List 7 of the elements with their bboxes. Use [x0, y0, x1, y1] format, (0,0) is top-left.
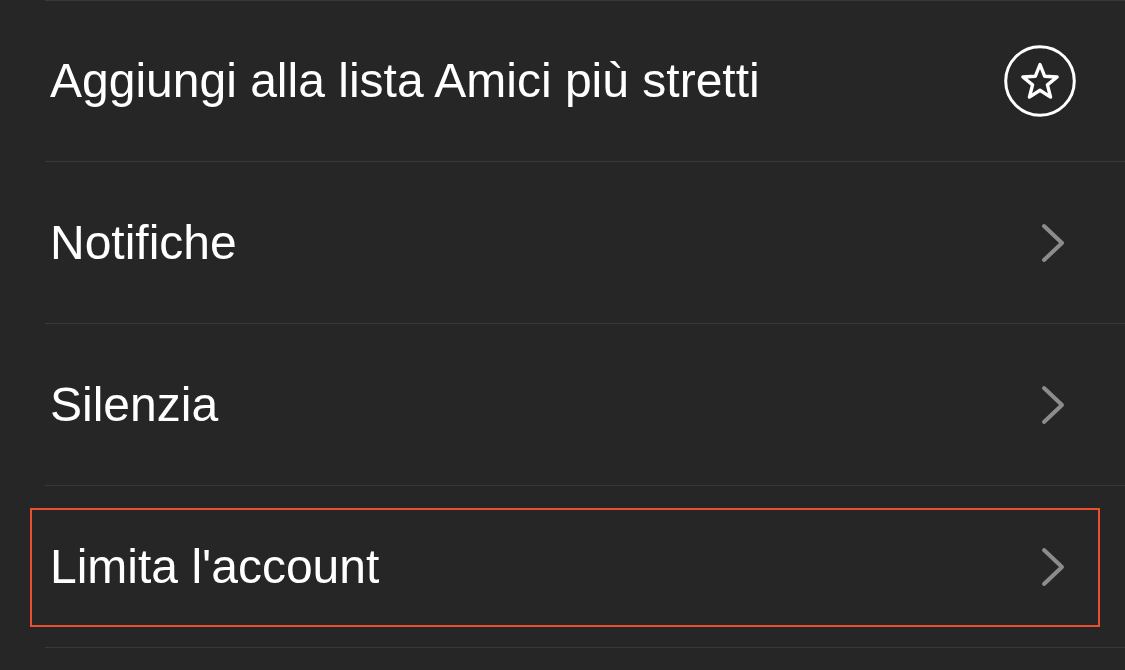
chevron-right-icon — [1041, 222, 1065, 263]
menu-item[interactable]: Silenzia — [0, 324, 1125, 486]
chevron-right-icon — [1041, 384, 1065, 425]
menu-item[interactable]: Notifiche — [0, 162, 1125, 324]
chevron-right-icon — [1041, 546, 1065, 587]
menu-item[interactable]: Limita l'account — [0, 486, 1125, 648]
menu-item[interactable]: Aggiungi alla lista Amici più stretti — [0, 0, 1125, 162]
